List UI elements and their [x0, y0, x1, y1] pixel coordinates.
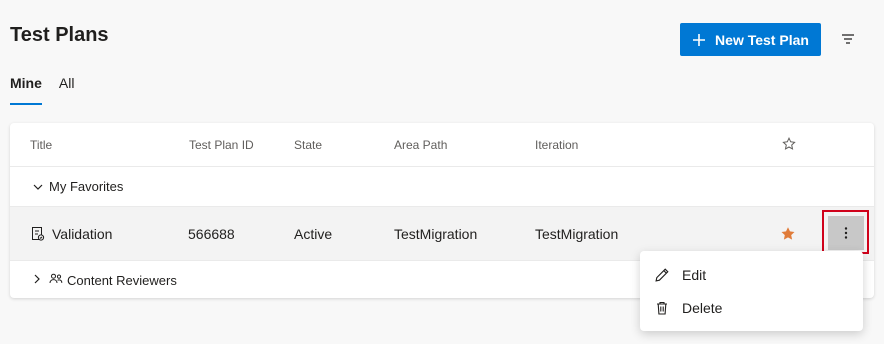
menu-item-delete[interactable]: Delete: [640, 291, 863, 325]
trash-icon: [657, 301, 667, 315]
filter-icon: [842, 34, 854, 44]
tab-mine[interactable]: Mine: [10, 75, 42, 105]
chevron-down-icon[interactable]: [32, 181, 44, 193]
group-label: Content Reviewers: [67, 273, 177, 288]
more-actions-button[interactable]: [828, 216, 864, 250]
star-outline-icon: [782, 137, 796, 150]
table-header: Title Test Plan ID State Area Path Itera…: [10, 123, 874, 167]
new-test-plan-label: New Test Plan: [715, 31, 809, 48]
cell-title[interactable]: Validation: [52, 226, 112, 242]
column-header-title[interactable]: Title: [30, 138, 52, 152]
cell-state: Active: [294, 226, 333, 242]
new-test-plan-button[interactable]: New Test Plan: [680, 23, 821, 56]
group-label: My Favorites: [49, 179, 124, 194]
column-header-area-path[interactable]: Area Path: [394, 138, 447, 152]
cell-iteration: TestMigration: [535, 226, 619, 242]
cell-test-plan-id: 566688: [188, 226, 235, 242]
tab-all[interactable]: All: [59, 75, 75, 105]
menu-item-label: Delete: [682, 300, 723, 316]
context-menu: Edit Delete: [640, 251, 863, 331]
team-icon: [49, 273, 63, 284]
test-plan-icon: [32, 227, 45, 241]
tab-bar: Mine All: [10, 75, 74, 105]
chevron-right-icon[interactable]: [31, 273, 43, 285]
group-my-favorites: My Favorites: [10, 167, 874, 207]
cell-area-path: TestMigration: [394, 226, 478, 242]
column-header-test-plan-id[interactable]: Test Plan ID: [189, 138, 254, 152]
filter-button[interactable]: [838, 29, 858, 49]
menu-item-label: Edit: [682, 267, 707, 283]
column-header-iteration[interactable]: Iteration: [535, 138, 578, 152]
plus-icon: [693, 33, 706, 46]
favorite-star-icon[interactable]: [780, 226, 796, 242]
more-vertical-icon: [844, 227, 848, 239]
column-header-state[interactable]: State: [294, 138, 322, 152]
page-title: Test Plans: [10, 24, 109, 46]
pencil-icon: [655, 268, 669, 282]
menu-item-edit[interactable]: Edit: [640, 258, 863, 292]
